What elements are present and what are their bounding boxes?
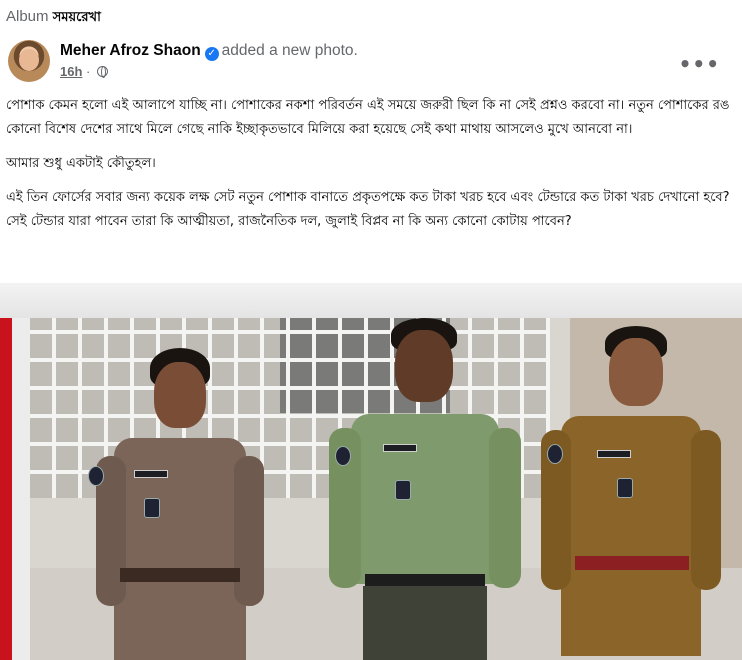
post-paragraph: পোশাক কেমন হলো এই আলাপে যাচ্ছি না। পোশাক… [6,98,730,137]
verified-check-icon: ✓ [204,47,219,61]
album-breadcrumb[interactable]: Album সময়রেখা [6,8,101,29]
author-name-link[interactable]: Meher Afroz Shaon [60,42,201,59]
photo-scene [30,318,742,660]
post-photo[interactable] [0,283,742,660]
photo-top-strip [0,283,742,318]
photo-red-border [0,318,12,660]
author-line: Meher Afroz Shaon ✓ added a new photo. [60,42,358,61]
post-header: Meher Afroz Shaon ✓ added a new photo. 16h… [8,40,734,86]
avatar[interactable] [8,40,50,82]
officer-right [535,326,725,660]
post-timestamp-link[interactable]: 16h [60,64,82,79]
post-paragraph: এই তিন ফোর্সের সবার জন্য কয়েক লক্ষ সেট … [6,190,730,229]
post-text: পোশাক কেমন হলো এই আলাপে যাচ্ছি না। পোশাক… [6,94,732,244]
album-name-link[interactable]: সময়রেখা [53,10,101,25]
officer-left [80,348,280,660]
post-paragraph: আমার শুধু একটাই কৌতুহল। [6,156,156,171]
album-prefix: Album [6,8,49,25]
meta-separator: · [86,64,91,79]
more-options-icon[interactable]: ••• [679,52,720,76]
officer-center [325,318,525,660]
post-meta: 16h · [60,64,108,79]
post-action-text: added a new photo. [221,42,358,59]
globe-icon[interactable] [97,66,108,78]
